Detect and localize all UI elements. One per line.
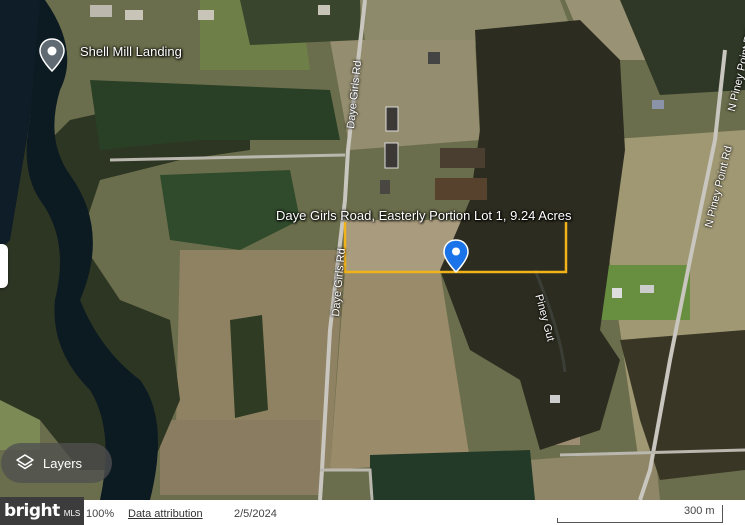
- zoom-level: 100%: [86, 508, 115, 520]
- layers-icon: [16, 454, 34, 470]
- bright-mls-logo: bright MLS: [0, 497, 84, 525]
- scale-bar: [557, 518, 723, 523]
- satellite-imagery: [0, 0, 745, 525]
- layers-button[interactable]: Layers: [1, 443, 112, 483]
- map-footer: 100% Data attribution 2/5/2024 300 m: [0, 500, 745, 525]
- location-pin-icon[interactable]: [443, 239, 469, 274]
- parcel-label: Daye Girls Road, Easterly Portion Lot 1,…: [276, 208, 572, 223]
- scale-bar-tick: [722, 505, 723, 523]
- brand-sub: MLS: [63, 509, 81, 518]
- side-panel-handle[interactable]: [0, 244, 8, 288]
- map-viewport[interactable]: Shell Mill Landing Daye Girls Road, East…: [0, 0, 745, 525]
- scale-label: 300 m: [684, 505, 715, 517]
- brand-wordmark: bright: [4, 501, 60, 521]
- place-pin-icon[interactable]: [38, 38, 66, 73]
- place-label[interactable]: Shell Mill Landing: [80, 44, 182, 59]
- data-attribution-link[interactable]: Data attribution: [128, 508, 203, 520]
- imagery-date: 2/5/2024: [234, 508, 277, 520]
- layers-label: Layers: [43, 455, 83, 471]
